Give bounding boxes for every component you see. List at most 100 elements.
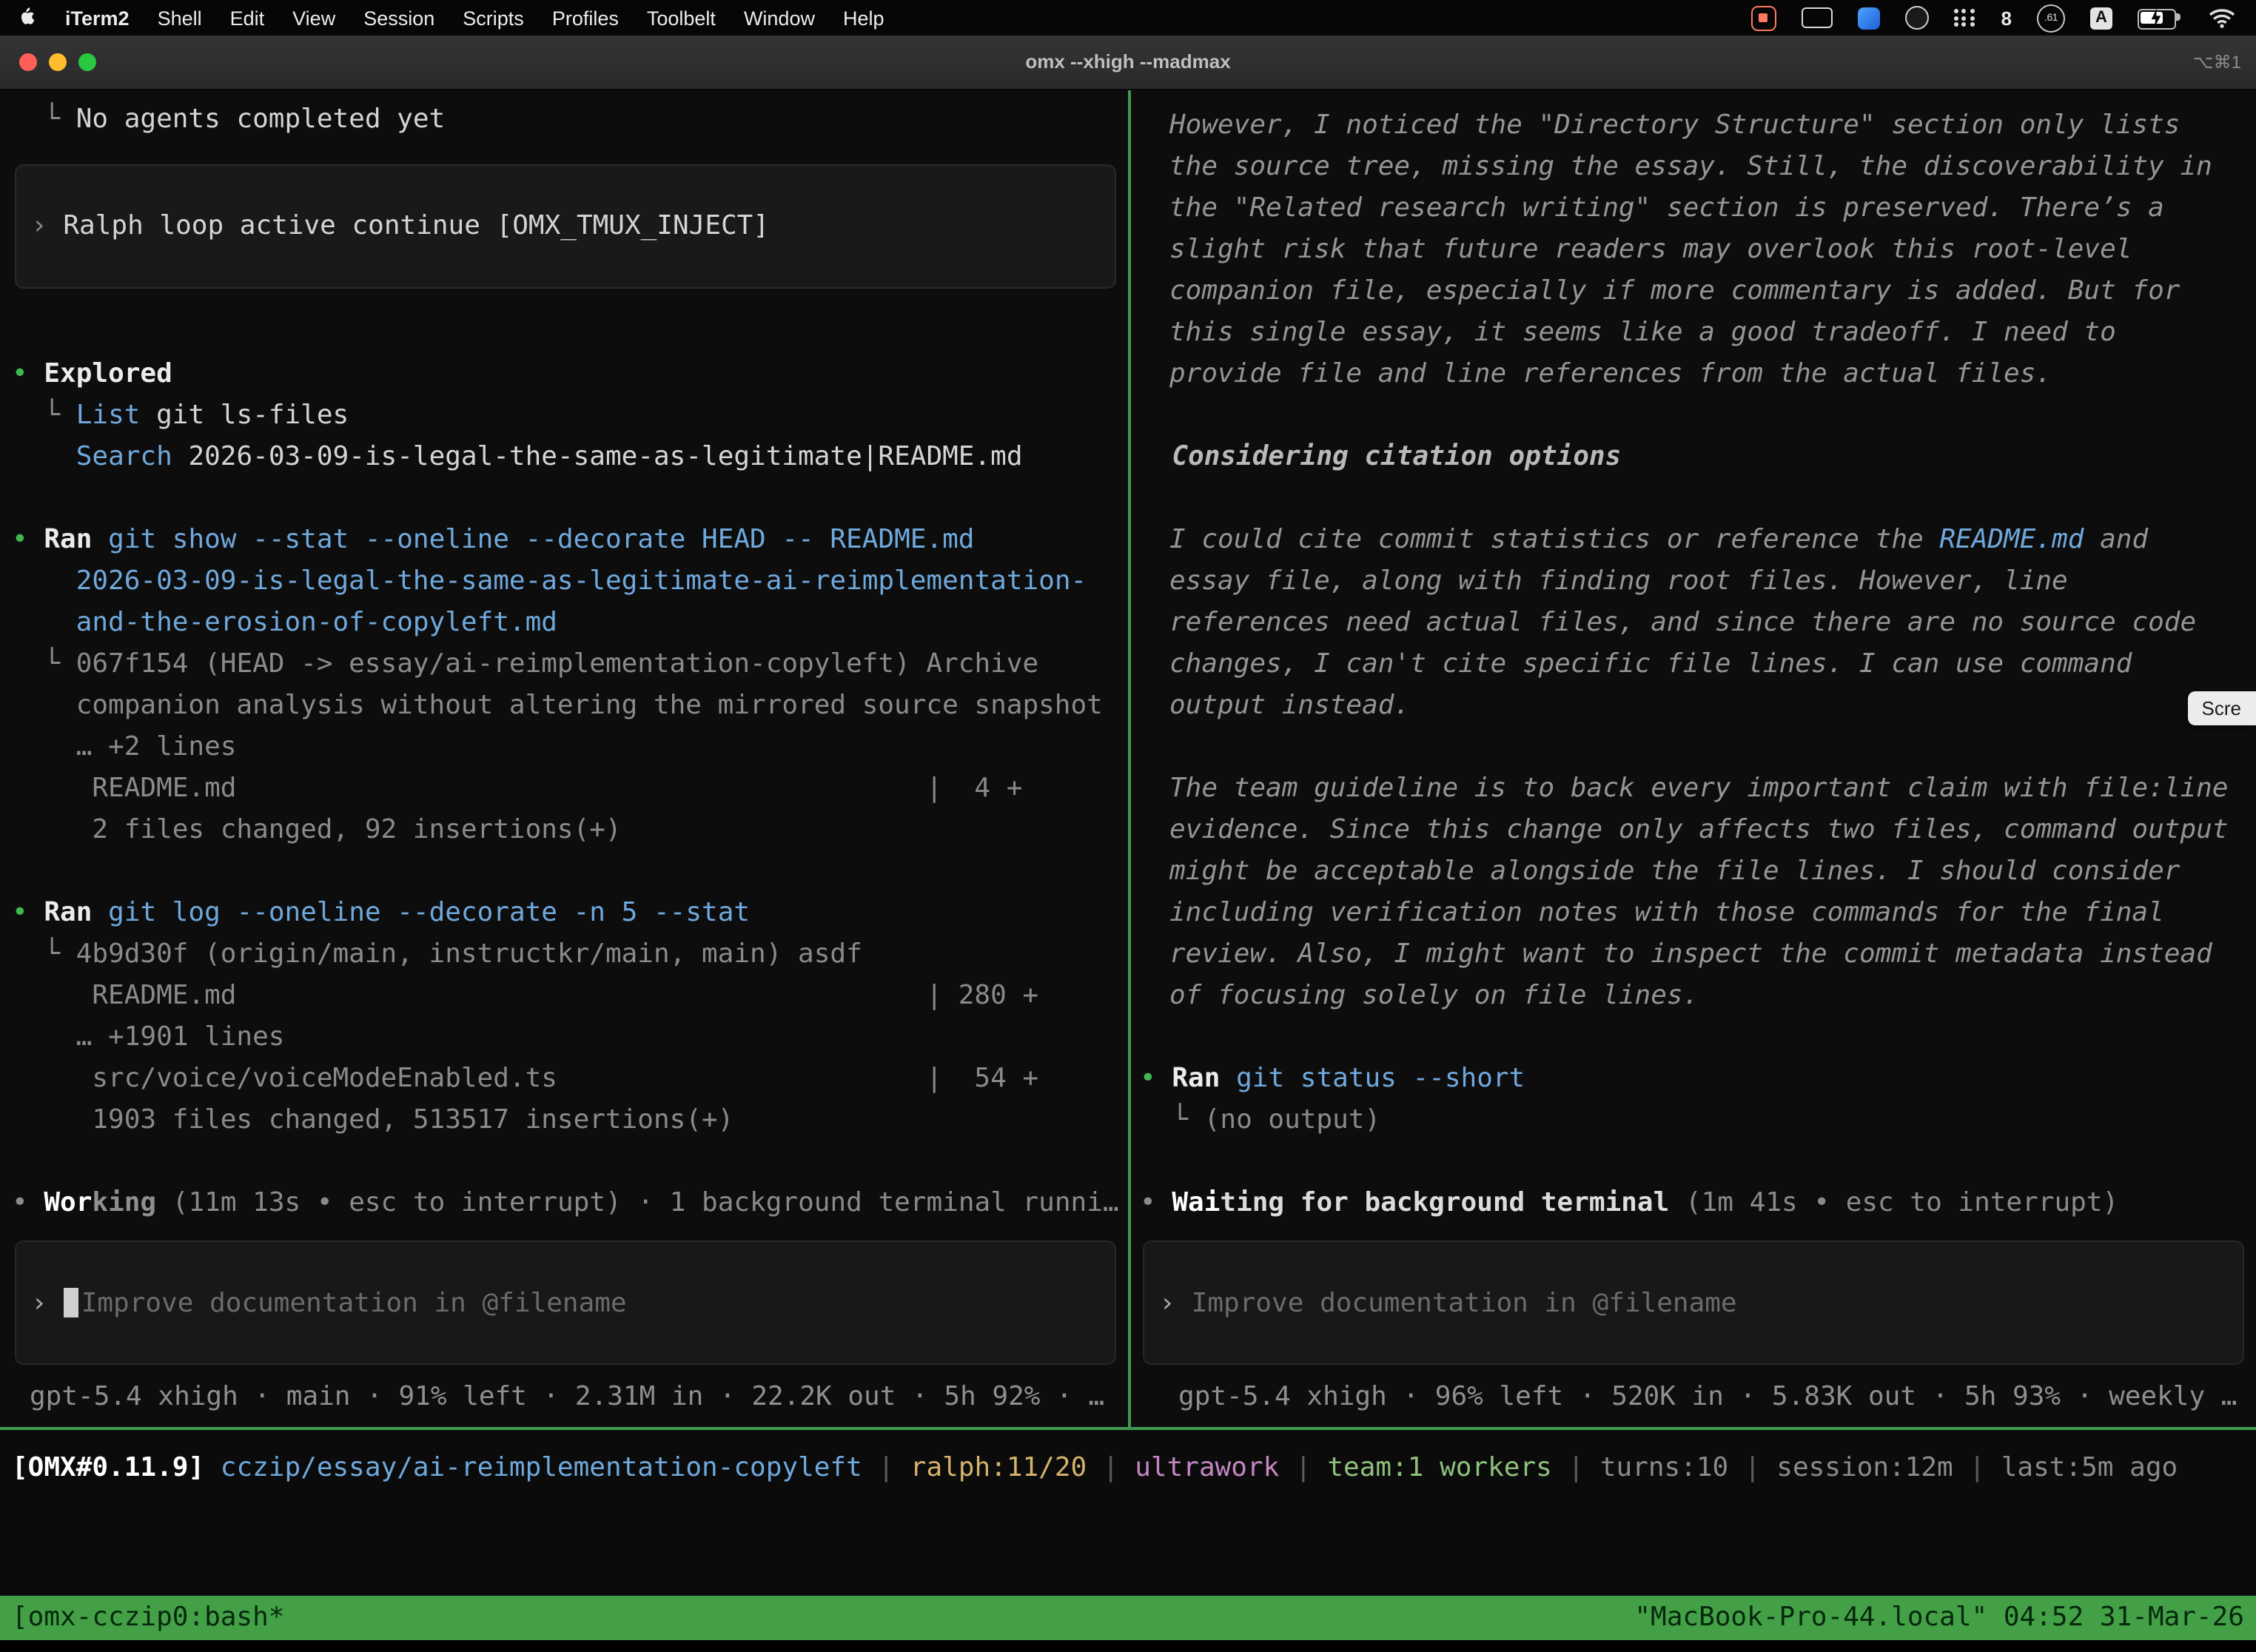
menu-item-help[interactable]: Help — [843, 7, 884, 29]
prompt-input-right[interactable]: › Improve documentation in @filename — [1143, 1240, 2244, 1365]
blue-app-icon[interactable] — [1858, 7, 1880, 29]
text-segment: I could cite commit statistics or refere… — [1169, 524, 1939, 555]
screen-recording-stop-icon[interactable] — [1751, 5, 1776, 30]
gauge-icon[interactable]: .61 — [2037, 4, 2065, 32]
text-segment: git status --short — [1236, 1063, 1525, 1094]
text-segment: king — [92, 1187, 156, 1218]
thinking-paragraph: I could cite commit statistics or refere… — [1169, 520, 2240, 727]
prompt-input-left[interactable]: › Improve documentation in @filename — [15, 1240, 1116, 1365]
terminal-line: README.md | 4 + — [12, 768, 1122, 810]
text-segment: 1903 files changed, 513517 insertions(+) — [12, 1104, 733, 1135]
menu-item-window[interactable]: Window — [744, 7, 815, 29]
terminal-line: • Ran git show --stat --oneline --decora… — [12, 520, 1122, 561]
screen: iTerm2 Shell Edit View Session Scripts Profile… — [0, 0, 2256, 1652]
terminal-line: • Ran git status --short — [1140, 1058, 2250, 1100]
thinking-paragraph: The team guideline is to back every impo… — [1169, 768, 2240, 1017]
text-segment: Wai — [1172, 1187, 1220, 1218]
traffic-lights — [19, 53, 96, 71]
text-segment: 2026-03-09-is-legal-the-same-as-legitima… — [76, 565, 1087, 597]
text-segment: [OMX#0.11.9] — [12, 1452, 204, 1483]
text-segment: git log --oneline --decorate -n 5 --stat — [108, 897, 750, 928]
text-segment: (no output) — [1204, 1104, 1380, 1135]
text-segment: Search — [76, 441, 172, 472]
terminal-blank-line — [1140, 395, 2250, 437]
text-segment: 2026-03-09-is-legal-the-same-as-legitima… — [172, 441, 1023, 472]
text-segment: … +2 lines — [12, 731, 236, 762]
text-segment: • — [1140, 1187, 1172, 1218]
terminal-line: • Ran git log --oneline --decorate -n 5 … — [12, 893, 1122, 934]
text-segment: src/voice/voiceModeEnabled.ts | 54 + — [12, 1063, 1038, 1094]
text-segment: | — [1279, 1452, 1327, 1483]
terminal-line: 2026-03-09-is-legal-the-same-as-legitima… — [12, 561, 1122, 602]
terminal-line: src/voice/voiceModeEnabled.ts | 54 + — [12, 1058, 1122, 1100]
apple-menu[interactable] — [18, 4, 37, 32]
text-segment: List — [76, 400, 141, 431]
terminal-blank-line — [12, 312, 1122, 354]
menu-items: iTerm2 Shell Edit View Session Scripts Profile… — [65, 7, 884, 29]
text-segment: | — [862, 1452, 910, 1483]
grid-icon[interactable] — [1954, 9, 1976, 27]
keyboard-icon[interactable] — [1802, 7, 1833, 28]
terminal-gap — [12, 141, 1122, 164]
menu-item-profiles[interactable]: Profiles — [552, 7, 619, 29]
thinking-paragraph: However, I noticed the "Directory Struct… — [1169, 105, 2240, 395]
zoom-button[interactable] — [78, 53, 96, 71]
text-segment: 4b9d30f (origin/main, instructkr/main, m… — [76, 939, 862, 970]
prompt-chevron: › — [31, 1287, 47, 1318]
app-icon-8[interactable]: 8 — [2001, 7, 2012, 29]
text-segment: | — [1552, 1452, 1600, 1483]
terminal-line: 1903 files changed, 513517 insertions(+) — [12, 1100, 1122, 1141]
text-segment: • — [12, 1187, 44, 1218]
menu-item-edit[interactable]: Edit — [230, 7, 265, 29]
terminal-blank-line — [12, 478, 1122, 520]
close-button[interactable] — [19, 53, 37, 71]
battery-icon[interactable] — [2138, 8, 2183, 27]
text-segment: └ — [12, 400, 76, 431]
desktop-strip — [0, 1640, 2256, 1652]
injected-command-box: › Ralph loop active continue [OMX_TMUX_I… — [15, 164, 1116, 289]
text-segment: ultrawork — [1135, 1452, 1279, 1483]
wifi-icon[interactable] — [2209, 7, 2235, 28]
input-source-icon[interactable]: A — [2090, 7, 2112, 29]
left-scrollback: └ No agents completed yet› Ralph loop ac… — [12, 99, 1122, 1240]
terminal-line: Considering citation options — [1140, 437, 2250, 478]
text-segment: | — [1087, 1452, 1135, 1483]
text-segment: README.md | 4 + — [12, 773, 1022, 804]
text-segment — [1220, 1063, 1236, 1094]
terminal-line: └ 4b9d30f (origin/main, instructkr/main,… — [12, 934, 1122, 976]
text-segment: › — [31, 210, 63, 241]
text-segment: 2 files changed, 92 insertions(+) — [12, 814, 622, 845]
text-segment: | — [1953, 1452, 2001, 1483]
text-segment: └ — [12, 939, 76, 970]
text-segment: last:5m ago — [2001, 1452, 2178, 1483]
menu-item-scripts[interactable]: Scripts — [463, 7, 524, 29]
text-segment: (11m 13s • esc to interrupt) · 1 backgro… — [156, 1187, 1118, 1218]
text-segment: | — [1728, 1452, 1776, 1483]
screen-share-tooltip[interactable]: Scre — [2189, 691, 2256, 725]
text-segment: Considering citation options — [1172, 441, 1621, 472]
text-segment — [12, 607, 76, 638]
menu-item-toolbelt[interactable]: Toolbelt — [647, 7, 716, 29]
terminal-blank-line — [1140, 727, 2250, 768]
menu-item-shell[interactable]: Shell — [158, 7, 202, 29]
terminal-blank-line — [1140, 478, 2250, 520]
window-shortcut-badge: ⌥⌘1 — [2193, 36, 2241, 89]
text-segment: • — [12, 358, 44, 389]
terminal-line: Search 2026-03-09-is-legal-the-same-as-l… — [12, 437, 1122, 478]
text-segment: README.md — [1939, 524, 2084, 555]
terminal-line: └ 067f154 (HEAD -> essay/ai-reimplementa… — [12, 644, 1122, 685]
minimize-button[interactable] — [49, 53, 67, 71]
menu-item-view[interactable]: View — [292, 7, 335, 29]
dark-app-icon[interactable] — [1905, 6, 1929, 30]
text-segment: 067f154 (HEAD -> essay/ai-reimplementati… — [76, 648, 1038, 679]
text-segment: ralph:11/20 — [910, 1452, 1087, 1483]
prompt-chevron: › — [1159, 1287, 1175, 1318]
terminal-line: 2 files changed, 92 insertions(+) — [12, 810, 1122, 851]
terminal-blank-line — [12, 1141, 1122, 1183]
tmux-session-window: [omx-cczip0:bash* — [12, 1596, 284, 1640]
terminal-line: companion analysis without altering the … — [12, 685, 1122, 727]
menu-item-iterm2[interactable]: iTerm2 — [65, 7, 130, 29]
pane-left: └ No agents completed yet› Ralph loop ac… — [0, 90, 1128, 1427]
menu-item-session[interactable]: Session — [363, 7, 434, 29]
terminal-blank-line — [1140, 1017, 2250, 1058]
